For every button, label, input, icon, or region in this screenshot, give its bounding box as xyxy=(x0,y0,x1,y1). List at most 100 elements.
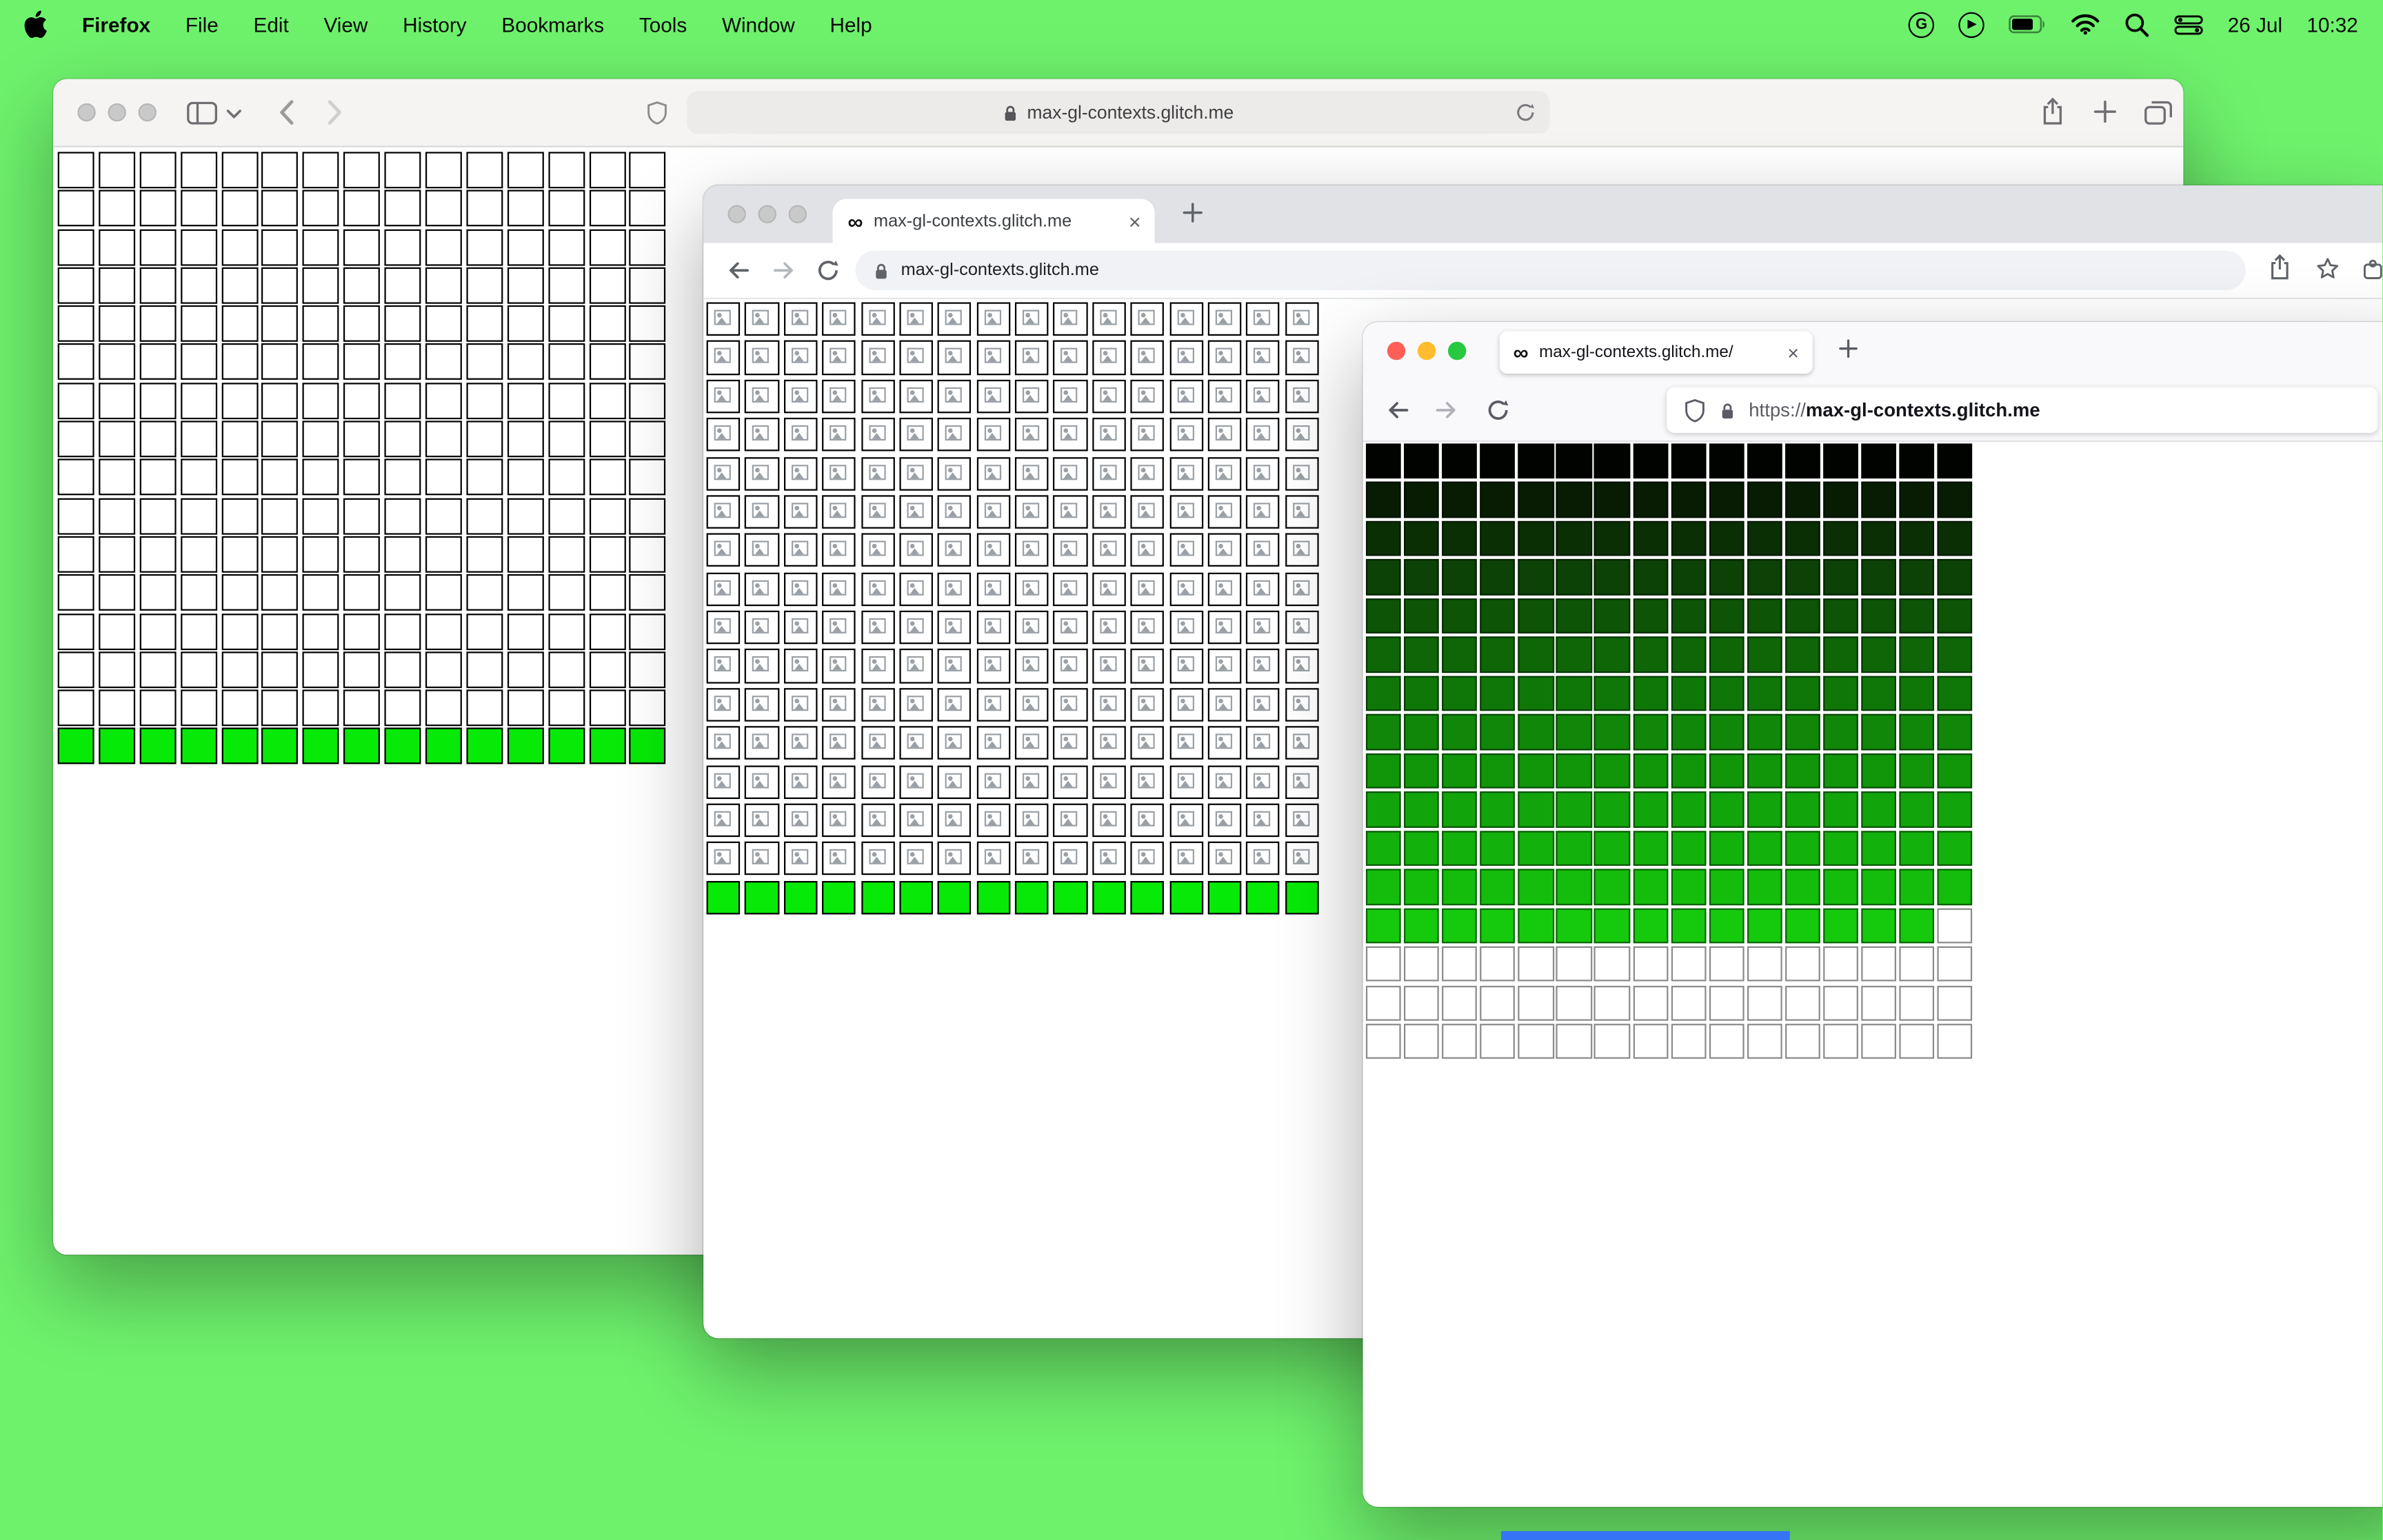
menu-history[interactable]: History xyxy=(403,13,467,36)
canvas-cell xyxy=(1092,803,1126,838)
tab-close-button[interactable]: × xyxy=(1129,210,1141,232)
close-button[interactable] xyxy=(77,103,96,122)
canvas-cell xyxy=(57,228,94,265)
browser-tab[interactable]: ∞ max-gl-contexts.glitch.me/ × xyxy=(1499,331,1813,374)
canvas-cell xyxy=(899,803,934,838)
minimize-button[interactable] xyxy=(1417,341,1436,361)
google-status-icon[interactable]: G xyxy=(1908,11,1935,37)
canvas-cell xyxy=(1014,571,1049,606)
reload-button[interactable] xyxy=(1515,102,1536,128)
zoom-button[interactable] xyxy=(788,205,807,223)
menu-file[interactable]: File xyxy=(185,13,219,36)
canvas-cell xyxy=(630,536,667,573)
back-button[interactable] xyxy=(278,99,294,134)
browser-tab[interactable]: ∞ max-gl-contexts.glitch.me × xyxy=(832,199,1155,243)
canvas-cell xyxy=(1404,520,1440,556)
canvas-cell xyxy=(1518,830,1554,867)
bookmark-star-button[interactable] xyxy=(2315,256,2340,288)
canvas-cell xyxy=(303,651,340,688)
broken-image-icon xyxy=(791,310,808,325)
close-button[interactable] xyxy=(727,205,746,223)
zoom-button[interactable] xyxy=(1447,341,1467,361)
minimize-button[interactable] xyxy=(758,205,776,223)
broken-image-icon xyxy=(907,772,924,788)
canvas-cell xyxy=(1169,687,1203,722)
spotlight-search-icon[interactable] xyxy=(2124,12,2150,37)
canvas-cell xyxy=(1246,571,1280,606)
address-bar[interactable]: max-gl-contexts.glitch.me xyxy=(855,250,2246,290)
canvas-cell xyxy=(466,498,503,534)
broken-image-icon xyxy=(714,849,731,865)
broken-image-icon xyxy=(1138,464,1155,480)
forward-button[interactable] xyxy=(770,256,798,292)
menubar-clock[interactable]: 10:32 xyxy=(2306,13,2357,36)
reload-button[interactable] xyxy=(1486,398,1510,429)
share-button[interactable] xyxy=(2040,97,2064,134)
back-button[interactable] xyxy=(1384,396,1411,432)
canvas-cell xyxy=(630,228,667,265)
tab-close-button[interactable]: × xyxy=(1787,343,1799,363)
broken-image-icon xyxy=(1254,695,1271,711)
canvas-cell xyxy=(57,382,94,419)
zoom-button[interactable] xyxy=(138,103,157,122)
extensions-puzzle-icon[interactable] xyxy=(2361,256,2382,288)
broken-image-icon xyxy=(868,733,885,749)
broken-image-icon xyxy=(1022,425,1040,441)
broken-image-icon xyxy=(1292,618,1309,634)
canvas-cell xyxy=(1285,687,1319,722)
menu-help[interactable]: Help xyxy=(829,13,872,36)
tab-overview-button[interactable] xyxy=(2144,100,2173,133)
menu-tools[interactable]: Tools xyxy=(639,13,687,36)
broken-image-icon xyxy=(1176,772,1194,788)
menubar-date[interactable]: 26 Jul xyxy=(2228,13,2282,36)
menu-window[interactable]: Window xyxy=(722,13,795,36)
canvas-cell xyxy=(783,649,818,683)
canvas-cell xyxy=(1053,687,1087,722)
canvas-cell xyxy=(1518,520,1554,556)
privacy-shield-icon[interactable] xyxy=(645,100,668,133)
canvas-cell xyxy=(1480,908,1516,944)
canvas-row xyxy=(706,418,1319,452)
apple-logo-icon[interactable] xyxy=(24,10,47,39)
menubar-app-name[interactable]: Firefox xyxy=(82,13,150,36)
battery-icon[interactable] xyxy=(2009,15,2047,34)
new-tab-button[interactable] xyxy=(2092,99,2118,132)
address-bar[interactable]: https://max-gl-contexts.glitch.me xyxy=(1667,387,2378,433)
canvas-cell xyxy=(507,152,544,189)
canvas-cell xyxy=(1937,946,1973,982)
canvas-cell xyxy=(1594,520,1630,556)
share-button[interactable] xyxy=(2269,254,2291,289)
menu-edit[interactable]: Edit xyxy=(254,13,289,36)
menu-view[interactable]: View xyxy=(323,13,368,36)
canvas-cell xyxy=(1899,559,1935,595)
canvas-cell xyxy=(1556,753,1592,789)
canvas-cell xyxy=(139,152,177,189)
address-bar[interactable]: max-gl-contexts.glitch.me xyxy=(686,91,1550,134)
canvas-cell xyxy=(1823,985,1859,1021)
broken-image-icon xyxy=(945,811,963,827)
new-tab-button[interactable] xyxy=(1180,201,1205,232)
canvas-cell xyxy=(139,651,177,688)
menu-bookmarks[interactable]: Bookmarks xyxy=(501,13,604,36)
broken-image-icon xyxy=(868,695,885,711)
broken-image-icon xyxy=(1060,464,1078,480)
lock-icon xyxy=(1722,403,1733,418)
play-status-icon[interactable] xyxy=(1958,11,1985,37)
close-button[interactable] xyxy=(1387,341,1406,361)
forward-button[interactable] xyxy=(1433,396,1460,432)
broken-image-icon xyxy=(907,695,924,711)
canvas-cell xyxy=(1784,908,1820,944)
canvas-cell xyxy=(938,764,972,799)
sidebar-toggle-button[interactable] xyxy=(187,101,241,125)
wifi-icon[interactable] xyxy=(2071,14,2100,35)
canvas-cell xyxy=(425,613,462,650)
forward-button[interactable] xyxy=(327,99,343,134)
back-button[interactable] xyxy=(725,256,752,292)
canvas-row xyxy=(57,305,667,343)
minimize-button[interactable] xyxy=(108,103,126,122)
broken-image-icon xyxy=(1215,579,1232,595)
control-center-icon[interactable] xyxy=(2174,14,2204,34)
new-tab-button[interactable] xyxy=(1837,337,1860,367)
canvas-cell xyxy=(1246,341,1280,375)
reload-button[interactable] xyxy=(816,259,840,290)
